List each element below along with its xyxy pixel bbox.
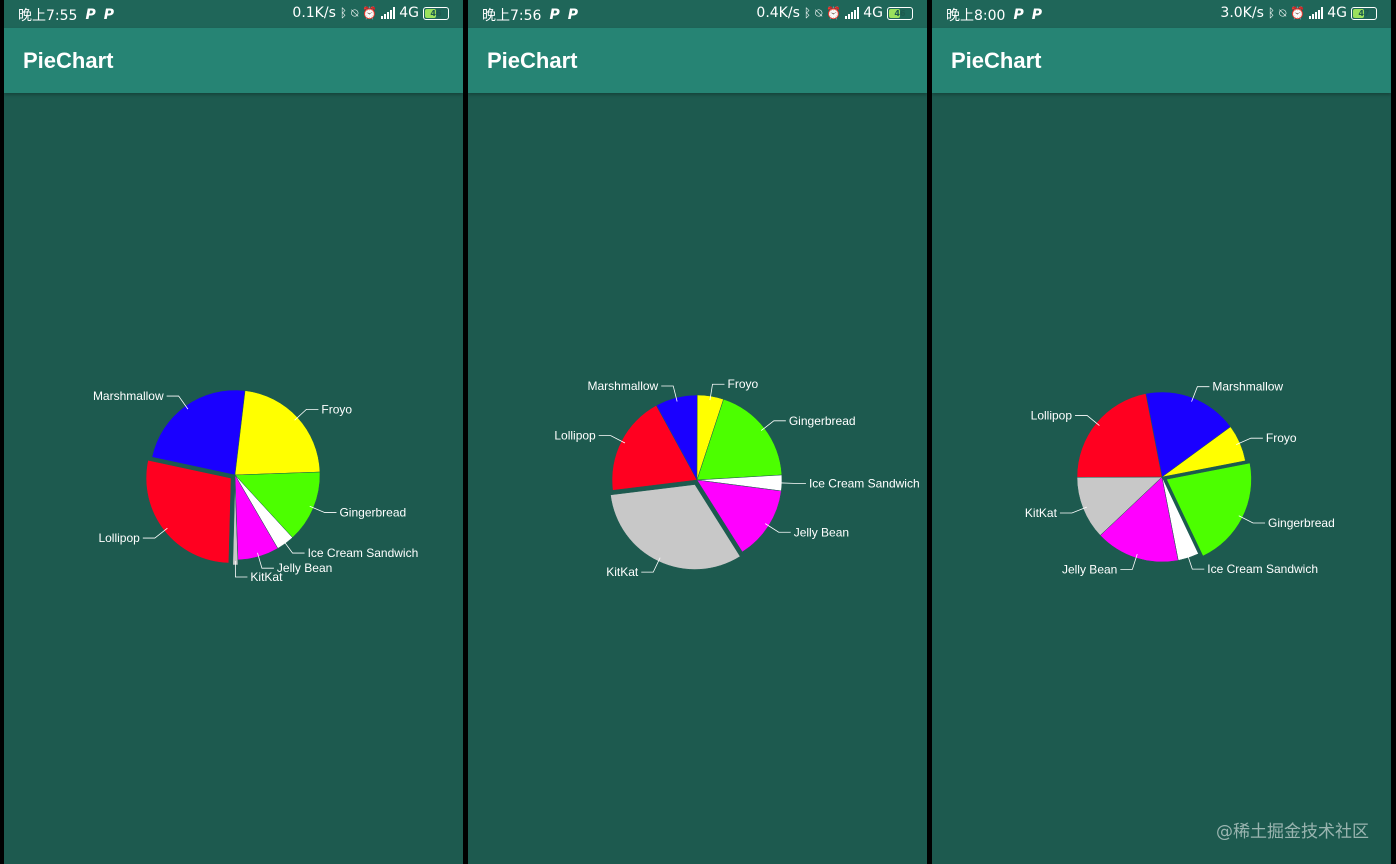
status-bar: 晚上7:56 P P 0.4K/s ᛒ ⍉ ⏰ 4G 46: [468, 0, 927, 28]
watermark: @稀土掘金技术社区: [1216, 822, 1369, 842]
slice-label-marshmallow: Marshmallow: [93, 389, 164, 403]
signal-icon: [381, 7, 396, 19]
network-speed: 0.1K/s: [292, 5, 336, 21]
pie-chart[interactable]: KitKatLollipopMarshmallowFroyoGingerbrea…: [4, 93, 463, 864]
slice-label-lollipop: Lollipop: [554, 429, 596, 443]
app-title: PieChart: [23, 48, 114, 73]
notification-p-icon: P: [567, 7, 578, 23]
slice-label-marshmallow: Marshmallow: [1212, 380, 1283, 394]
notification-p-icon: P: [103, 7, 114, 23]
notification-p-icon: P: [549, 7, 560, 23]
pie-chart[interactable]: Lollipop Marshmallow Froyo Gingerbread Ice C…: [468, 93, 927, 864]
slice-label-jelly-bean: Jelly Bean: [277, 561, 332, 575]
mute-bell-icon: ⍉: [815, 5, 823, 20]
slice-label-ice-cream-sandwich: Ice Cream Sandwich: [1207, 562, 1318, 576]
app-title: PieChart: [487, 48, 578, 73]
slice-label-ice-cream-sandwich: Ice Cream Sandwich: [308, 546, 419, 560]
leader-line-ice-cream-sandwich: [777, 482, 806, 484]
slice-label-kitkat: KitKat: [1025, 506, 1058, 520]
status-time: 晚上7:56: [482, 8, 542, 24]
alarm-icon: ⏰: [1290, 6, 1306, 20]
slice-label-marshmallow: Marshmallow: [588, 379, 659, 393]
phone-screen-1: 晚上7:55 P P 0.1K/s ᛒ ⍉ ⏰ 4G 46 PieChart K…: [4, 0, 463, 864]
slice-label-froyo: Froyo: [1266, 431, 1297, 445]
slice-label-froyo: Froyo: [321, 402, 352, 416]
slice-label-lollipop: Lollipop: [98, 531, 140, 545]
alarm-icon: ⏰: [362, 6, 378, 20]
battery-level: 47: [1358, 8, 1370, 18]
notification-p-icon: P: [1031, 7, 1042, 23]
status-bar: 晚上8:00 P P 3.0K/s ᛒ ⍉ ⏰ 4G 47: [932, 0, 1391, 28]
status-time: 晚上8:00: [946, 8, 1006, 24]
app-bar: PieChart: [4, 28, 463, 93]
notification-p-icon: P: [85, 7, 96, 23]
network-type: 4G: [399, 5, 419, 21]
mute-bell-icon: ⍉: [1279, 5, 1287, 20]
pie-slice-lollipop[interactable]: [145, 459, 232, 564]
network-type: 4G: [863, 5, 883, 21]
pie-chart[interactable]: Marshmallow Froyo Gingerbread Ice Cream San…: [932, 93, 1391, 864]
slice-label-gingerbread: Gingerbread: [339, 505, 406, 519]
battery-icon: 46: [887, 6, 913, 20]
slice-label-jelly-bean: Jelly Bean: [794, 525, 849, 539]
signal-icon: [1309, 7, 1324, 19]
bluetooth-icon: ᛒ: [803, 6, 812, 20]
pie-slice-froyo[interactable]: [234, 390, 321, 476]
battery-level: 46: [430, 8, 442, 18]
status-time: 晚上7:55: [18, 8, 78, 24]
phone-screen-2: 晚上7:56 P P 0.4K/s ᛒ ⍉ ⏰ 4G 46 PieChart L…: [468, 0, 927, 864]
pie-slice-marshmallow[interactable]: [151, 389, 246, 476]
battery-icon: 47: [1351, 6, 1377, 20]
app-bar: PieChart: [932, 28, 1391, 93]
slice-label-ice-cream-sandwich: Ice Cream Sandwich: [809, 476, 920, 490]
alarm-icon: ⏰: [826, 6, 842, 20]
battery-icon: 46: [423, 6, 449, 20]
app-bar: PieChart: [468, 28, 927, 93]
slice-label-lollipop: Lollipop: [1031, 408, 1073, 422]
signal-icon: [845, 7, 860, 19]
battery-level: 46: [894, 8, 906, 18]
slice-label-gingerbread: Gingerbread: [1268, 516, 1335, 530]
network-speed: 3.0K/s: [1220, 5, 1264, 21]
app-title: PieChart: [951, 48, 1042, 73]
slice-label-kitkat: KitKat: [606, 565, 639, 579]
slice-label-jelly-bean: Jelly Bean: [1062, 562, 1117, 576]
bluetooth-icon: ᛒ: [339, 6, 348, 20]
phone-screen-3: 晚上8:00 P P 3.0K/s ᛒ ⍉ ⏰ 4G 47 PieChart M…: [932, 0, 1391, 864]
slice-label-froyo: Froyo: [728, 377, 759, 391]
bluetooth-icon: ᛒ: [1267, 6, 1276, 20]
status-bar: 晚上7:55 P P 0.1K/s ᛒ ⍉ ⏰ 4G 46: [4, 0, 463, 28]
slice-label-gingerbread: Gingerbread: [789, 414, 856, 428]
mute-bell-icon: ⍉: [351, 5, 359, 20]
notification-p-icon: P: [1013, 7, 1024, 23]
network-type: 4G: [1327, 5, 1347, 21]
network-speed: 0.4K/s: [756, 5, 800, 21]
